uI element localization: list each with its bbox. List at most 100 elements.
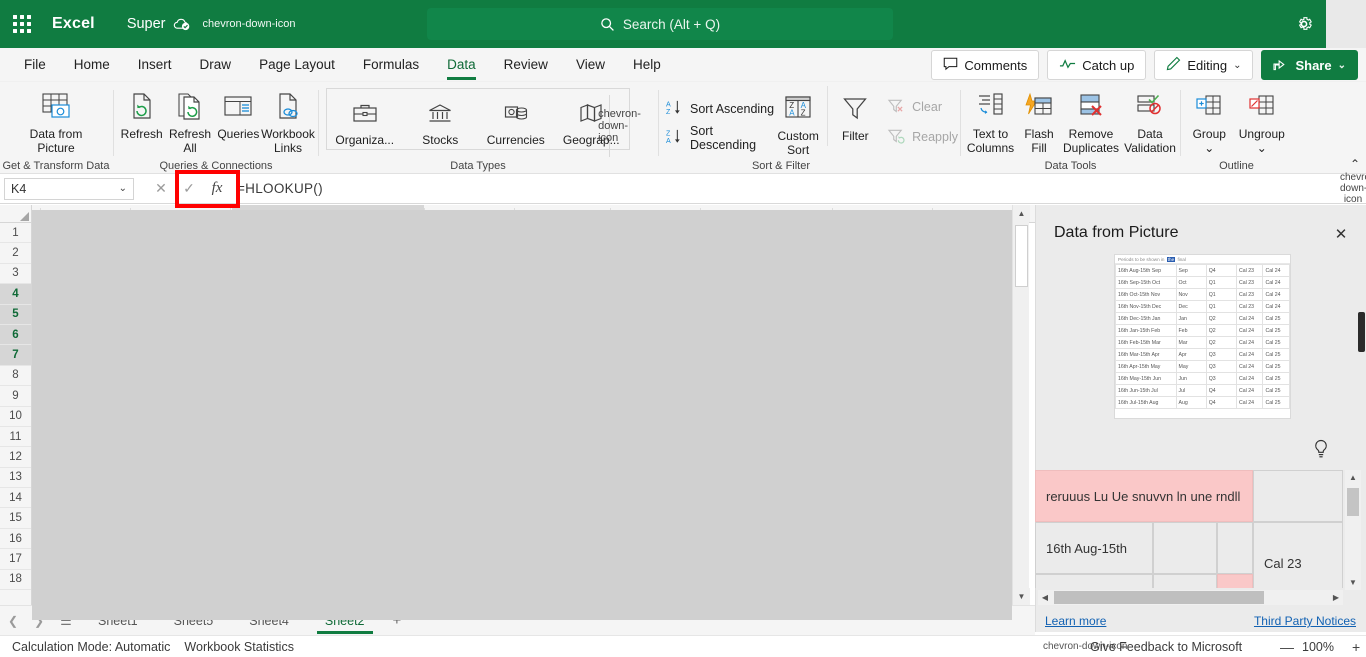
captured-image-thumbnail[interactable]: Periods to be shown in the final 16th Au… — [1114, 254, 1291, 419]
row-header-5[interactable]: 5 — [0, 304, 31, 325]
row-header-4[interactable]: 4 — [0, 284, 31, 305]
tab-data[interactable]: Data — [433, 48, 490, 82]
extracted-data-preview[interactable]: reruuus Lu Ue snuvvn ln une rndll 16th A… — [1035, 470, 1345, 588]
preview-cell-empty[interactable] — [1253, 470, 1343, 522]
flash-fill-button[interactable]: Flash Fill — [1018, 84, 1060, 155]
preview-scroll-down-icon[interactable]: ▼ — [1345, 575, 1361, 590]
tab-insert[interactable]: Insert — [124, 48, 186, 82]
row-header-16[interactable]: 16 — [0, 529, 31, 550]
data-from-picture-button[interactable]: Data from Picture — [0, 84, 112, 155]
editing-button[interactable]: Editing ⌄ — [1154, 50, 1254, 80]
preview-cell-empty[interactable] — [1153, 522, 1217, 574]
cloud-saved-icon[interactable] — [173, 17, 191, 31]
sort-descending-button[interactable]: ZA Sort Descending — [666, 124, 776, 152]
custom-sort-button[interactable]: ZAAZ Custom Sort — [776, 86, 821, 157]
calculation-mode-status[interactable]: Calculation Mode: Automatic — [12, 640, 170, 654]
row-header-7[interactable]: 7 — [0, 345, 31, 366]
ribbon-collapse-chevron-up-icon[interactable]: ⌃ — [1350, 157, 1360, 171]
tab-home[interactable]: Home — [60, 48, 124, 82]
row-header-15[interactable]: 15 — [0, 508, 31, 529]
name-box[interactable]: K4 ⌄ — [4, 177, 134, 200]
row-header-10[interactable]: 10 — [0, 407, 31, 427]
queries-button[interactable]: Queries — [215, 84, 262, 155]
sort-ascending-button[interactable]: AZ Sort Ascending — [666, 98, 776, 120]
ungroup-button[interactable]: Ungroup ⌄ — [1235, 84, 1289, 155]
row-header-17[interactable]: 17 — [0, 549, 31, 570]
lightbulb-icon[interactable] — [1310, 437, 1332, 461]
grid-vertical-scrollbar[interactable]: ▲ ▼ — [1012, 205, 1030, 605]
app-name[interactable]: Excel — [52, 15, 95, 33]
share-button[interactable]: Share ⌄ — [1261, 50, 1358, 80]
currencies-data-type-button[interactable]: Currencies — [478, 90, 554, 148]
close-icon[interactable]: ✕ — [1328, 221, 1354, 247]
zoom-level-label[interactable]: 100% — [1302, 640, 1334, 654]
add-sheet-button[interactable]: + — [383, 612, 412, 629]
row-header-12[interactable]: 12 — [0, 447, 31, 468]
row-header-9[interactable]: 9 — [0, 386, 31, 407]
scroll-down-icon[interactable]: ▼ — [1013, 588, 1030, 605]
reapply-filter-button[interactable]: Reapply — [887, 126, 958, 148]
row-header-11[interactable]: 11 — [0, 427, 31, 448]
app-launcher-icon[interactable] — [0, 0, 44, 48]
sheet-tab-sheet4[interactable]: Sheet4 — [231, 606, 307, 636]
learn-more-link[interactable]: Learn more — [1045, 614, 1106, 628]
sheet-tab-sheet5[interactable]: Sheet5 — [156, 606, 232, 636]
pane-resize-grip-icon[interactable] — [1358, 312, 1365, 352]
tab-draw[interactable]: Draw — [186, 48, 246, 82]
workbook-links-button[interactable]: Workbook Links — [261, 84, 315, 155]
row-header-6[interactable]: 6 — [0, 324, 31, 346]
text-to-columns-button[interactable]: Text to Columns — [963, 84, 1018, 155]
tab-review[interactable]: Review — [490, 48, 562, 82]
remove-duplicates-button[interactable]: Remove Duplicates — [1060, 84, 1122, 155]
preview-horizontal-scrollbar[interactable]: ◀ ▶ — [1038, 590, 1343, 605]
comments-button[interactable]: Comments — [931, 50, 1040, 80]
tab-file[interactable]: File — [10, 48, 60, 82]
preview-scroll-up-icon[interactable]: ▲ — [1345, 470, 1361, 485]
sheet-nav-prev-icon[interactable]: ❮ — [0, 614, 26, 628]
workbook-statistics-status[interactable]: Workbook Statistics — [184, 640, 294, 654]
confirm-check-icon[interactable]: ✓ — [175, 178, 203, 200]
formula-input[interactable]: =HLOOKUP() — [231, 181, 1340, 196]
document-name[interactable]: Super — [127, 16, 166, 32]
select-all-corner[interactable] — [0, 205, 32, 223]
group-button[interactable]: Group ⌄ — [1184, 84, 1235, 155]
row-header-1[interactable]: 1 — [0, 223, 31, 244]
third-party-notices-link[interactable]: Third Party Notices — [1254, 614, 1356, 628]
clear-filter-button[interactable]: Clear — [887, 96, 958, 118]
zoom-in-button[interactable]: + — [1352, 639, 1360, 655]
stocks-data-type-button[interactable]: Stocks — [403, 90, 479, 148]
zoom-out-button[interactable]: — — [1280, 639, 1294, 655]
vertical-scroll-thumb[interactable] — [1015, 225, 1028, 287]
data-validation-button[interactable]: Data Validation — [1122, 84, 1178, 155]
sheet-tab-sheet2[interactable]: Sheet2 — [307, 606, 383, 636]
preview-cell-date-range[interactable]: 16th Aug-15th — [1035, 522, 1153, 574]
give-feedback-link[interactable]: Give Feedback to Microsoft — [1090, 640, 1242, 654]
catch-up-button[interactable]: Catch up — [1047, 50, 1147, 80]
insert-function-icon[interactable]: fx — [203, 178, 231, 200]
preview-cell-calendar-year[interactable]: Cal 23 — [1253, 522, 1343, 588]
row-header-3[interactable]: 3 — [0, 264, 31, 285]
preview-cell-empty[interactable] — [1217, 522, 1253, 574]
data-types-more-chevron-down-icon[interactable]: chevron-down-icon — [598, 95, 641, 157]
grid-cells-area[interactable] — [32, 223, 1012, 605]
preview-cell-empty[interactable] — [1153, 574, 1217, 588]
row-header-18[interactable]: 18 — [0, 570, 31, 591]
row-header-2[interactable]: 2 — [0, 243, 31, 264]
preview-vertical-scroll-thumb[interactable] — [1347, 488, 1359, 516]
preview-cell-empty[interactable] — [1035, 574, 1153, 588]
preview-cell-flagged-small[interactable] — [1217, 574, 1253, 588]
horizontal-scroll-thumb[interactable] — [1054, 591, 1264, 604]
tab-view[interactable]: View — [562, 48, 619, 82]
filter-button[interactable]: Filter — [836, 86, 876, 144]
preview-scroll-left-icon[interactable]: ◀ — [1038, 593, 1052, 602]
row-header-13[interactable]: 13 — [0, 468, 31, 489]
refresh-button[interactable]: Refresh — [118, 84, 165, 155]
row-header-8[interactable]: 8 — [0, 366, 31, 387]
tab-page-layout[interactable]: Page Layout — [245, 48, 349, 82]
tab-formulas[interactable]: Formulas — [349, 48, 433, 82]
search-input[interactable]: Search (Alt + Q) — [427, 8, 893, 40]
refresh-all-button[interactable]: Refresh All — [165, 84, 214, 155]
row-header-14[interactable]: 14 — [0, 488, 31, 509]
preview-scroll-right-icon[interactable]: ▶ — [1329, 593, 1343, 602]
sheet-list-icon[interactable]: ☰ — [52, 613, 80, 629]
